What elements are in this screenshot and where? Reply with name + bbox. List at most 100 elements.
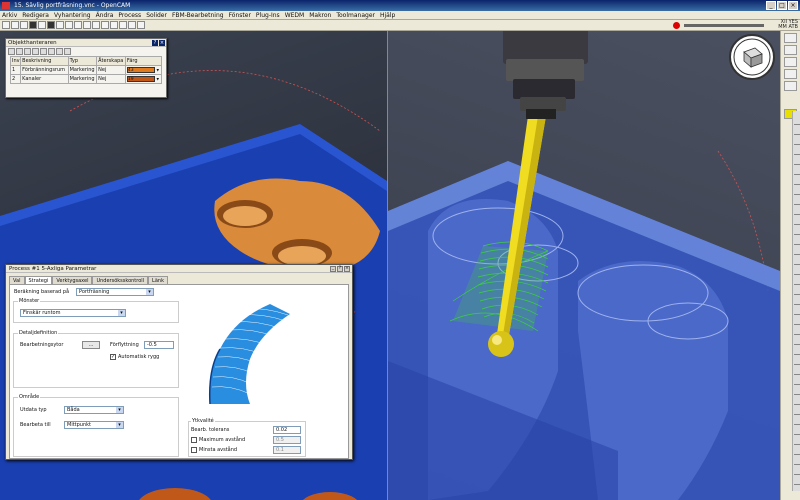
tab-strategy[interactable]: Strategi xyxy=(24,276,53,284)
close-icon[interactable]: × xyxy=(159,40,165,46)
toolbar-tool-icon[interactable] xyxy=(101,21,109,29)
menu-item[interactable]: FBM-Bearbetning xyxy=(172,11,224,19)
menu-item[interactable]: Solider xyxy=(146,11,167,19)
right-viewport[interactable] xyxy=(388,31,780,500)
toolbar-tool-icon[interactable] xyxy=(38,21,46,29)
maximize-button[interactable]: □ xyxy=(777,1,787,10)
right-viewport-scene xyxy=(388,31,780,500)
tool-icon[interactable] xyxy=(24,48,31,55)
object-manager-toolbar xyxy=(6,47,166,56)
toolbar-tool-icon[interactable] xyxy=(83,21,91,29)
cell: Markering xyxy=(67,74,98,84)
toolbar-tool-icon[interactable] xyxy=(29,21,37,29)
surface-quality-title: Ytkvalité xyxy=(191,418,215,424)
color-swatch[interactable]: 43 xyxy=(126,66,155,73)
process-to-label: Bearbeta till xyxy=(20,422,51,428)
tool-icon[interactable] xyxy=(64,48,71,55)
toolbar-tool-icon[interactable] xyxy=(47,21,55,29)
view-tool-4[interactable] xyxy=(784,69,797,79)
toolbar-tool-icon[interactable] xyxy=(2,21,10,29)
toolbar-tool-icon[interactable] xyxy=(74,21,82,29)
view-tool-2[interactable] xyxy=(784,45,797,55)
toolbar-tool-icon[interactable] xyxy=(11,21,19,29)
menu-item[interactable]: Makron xyxy=(309,11,331,19)
object-table: Inv Beskrivning Typ Återskapa Färg 1 För… xyxy=(9,56,163,84)
coordinate-readout: XII YES MM ATB xyxy=(778,20,798,30)
color-swatch[interactable]: 19 xyxy=(126,75,155,82)
minimize-button[interactable]: _ xyxy=(330,266,336,272)
min-dist-input[interactable]: 0.1 xyxy=(273,446,301,454)
menu-item[interactable]: Arkiv xyxy=(2,11,17,19)
min-dist-checkbox[interactable] xyxy=(191,447,197,453)
toolbar-tool-icon[interactable] xyxy=(119,21,127,29)
surface-quality-group: Ytkvalité Bearb. tolerans 0.02 Maximum a… xyxy=(188,418,306,457)
surfaces-button[interactable]: ... xyxy=(82,341,100,349)
toolbar-tool-icon[interactable] xyxy=(110,21,118,29)
toolbar-tool-icon[interactable] xyxy=(128,21,136,29)
table-row[interactable]: 1 Förbränningsrum Markering Nej 43 ▾ xyxy=(9,65,163,75)
col-header[interactable]: Beskrivning xyxy=(20,56,69,66)
minimize-button[interactable]: _ xyxy=(766,1,776,10)
cell: 1 xyxy=(9,65,22,75)
tab-val[interactable]: Val xyxy=(9,276,25,284)
offset-input[interactable]: -0.5 xyxy=(144,341,174,349)
tool-icon[interactable] xyxy=(16,48,23,55)
tab-collision-check[interactable]: Undersöksskontroll xyxy=(92,276,149,284)
simulation-speed-slider[interactable] xyxy=(684,24,764,27)
area-group: Område Utdata typ Båda Bearbeta till Mit… xyxy=(13,394,179,457)
col-header[interactable]: Typ xyxy=(67,56,98,66)
col-header[interactable]: Inv xyxy=(9,56,22,66)
toolbar-tool-icon[interactable] xyxy=(20,21,28,29)
close-icon[interactable]: × xyxy=(344,266,350,272)
process-to-select[interactable]: Mittpunkt xyxy=(64,421,124,429)
stop-icon[interactable] xyxy=(673,22,680,29)
col-header[interactable]: Återskapa xyxy=(96,56,126,66)
menu-item[interactable]: Toolmanager xyxy=(336,11,375,19)
help-icon[interactable]: ? xyxy=(152,40,158,46)
tool-icon[interactable] xyxy=(8,48,15,55)
menu-item[interactable]: Fönster xyxy=(229,11,251,19)
tab-link[interactable]: Länk xyxy=(148,276,168,284)
menu-item[interactable]: Redigera xyxy=(22,11,49,19)
color-cell[interactable]: 19 ▾ xyxy=(124,74,163,84)
menu-item[interactable]: WEDM xyxy=(285,11,305,19)
output-select[interactable]: Båda xyxy=(64,406,124,414)
tool-icon[interactable] xyxy=(48,48,55,55)
viewcube-icon[interactable] xyxy=(729,34,775,80)
view-tool-3[interactable] xyxy=(784,57,797,67)
toolbar-tool-icon[interactable] xyxy=(56,21,64,29)
menu-item[interactable]: Ändra xyxy=(96,11,114,19)
toolbar-tool-icon[interactable] xyxy=(65,21,73,29)
cell: 2 xyxy=(9,74,22,84)
tool-icon[interactable] xyxy=(40,48,47,55)
view-tool-5[interactable] xyxy=(784,81,797,91)
calc-label: Beräkning baserad på xyxy=(14,289,70,295)
menu-item[interactable]: Hjälp xyxy=(380,11,395,19)
toolbar-tool-icon[interactable] xyxy=(137,21,145,29)
col-header[interactable]: Färg xyxy=(124,56,163,66)
area-group-title: Område xyxy=(18,394,41,400)
close-icon[interactable]: × xyxy=(788,1,798,10)
calc-select[interactable]: Portfräsning xyxy=(76,288,154,296)
main-toolbar: XII YES MM ATB xyxy=(0,20,800,31)
help-icon[interactable]: ? xyxy=(337,266,343,272)
view-tool-1[interactable] xyxy=(784,33,797,43)
tool-icon[interactable] xyxy=(56,48,63,55)
pattern-select[interactable]: Finskär runtom xyxy=(20,309,126,317)
menu-item[interactable]: Process xyxy=(118,11,141,19)
auto-chain-checkbox[interactable]: ✓ xyxy=(110,354,116,360)
max-dist-checkbox[interactable] xyxy=(191,437,197,443)
color-cell[interactable]: 43 ▾ xyxy=(124,65,163,75)
tool-icon[interactable] xyxy=(32,48,39,55)
max-dist-input[interactable]: 0.5 xyxy=(273,436,301,444)
menu-item[interactable]: Vyhantering xyxy=(54,11,91,19)
detail-group: Detaljdefinition Bearbetningsytor ... Fö… xyxy=(13,330,179,388)
tab-tool-axis[interactable]: Verktygsaxel xyxy=(52,276,93,284)
table-row[interactable]: 2 Kanaler Markering Nej 19 ▾ xyxy=(9,74,163,84)
toolbar-tool-icon[interactable] xyxy=(92,21,100,29)
cell: Nej xyxy=(96,65,126,75)
menu-item[interactable]: Plug-Ins xyxy=(256,11,280,19)
right-scrollbar[interactable] xyxy=(792,111,800,491)
cell: Förbränningsrum xyxy=(20,65,69,75)
tolerance-input[interactable]: 0.02 xyxy=(273,426,301,434)
